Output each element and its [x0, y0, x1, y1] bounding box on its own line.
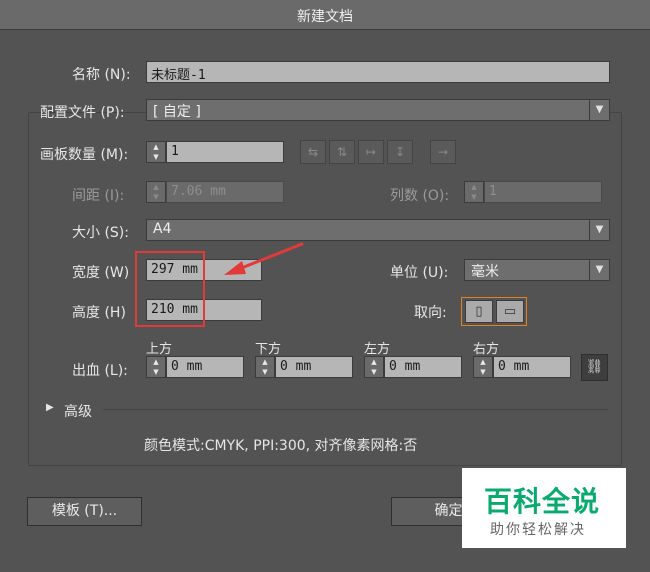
artboards-input[interactable]: 1	[166, 141, 284, 163]
spinner-up-icon[interactable]: ▲	[256, 357, 274, 367]
bleed-bottom-input[interactable]: 0 mm	[275, 356, 353, 378]
portrait-icon[interactable]: ▯	[465, 300, 493, 323]
bleed-right-input[interactable]: 0 mm	[493, 356, 571, 378]
profile-value: [ 自定 ]	[153, 104, 201, 120]
spinner-down-icon: ▼	[471, 193, 477, 201]
bleed-left-label: 左方	[364, 342, 391, 357]
window-title: 新建文档	[297, 9, 353, 25]
bleed-bottom-spinner[interactable]: ▲ ▼	[255, 356, 275, 378]
watermark-overlay: 百科全说 助你轻松解决	[462, 468, 626, 548]
grid-by-column-icon[interactable]: ⇅	[329, 140, 355, 164]
landscape-icon[interactable]: ▭	[496, 300, 524, 323]
arrange-by-row-icon[interactable]: ↦	[358, 140, 384, 164]
name-input[interactable]: 未标题-1	[146, 61, 610, 83]
bleed-left-input[interactable]: 0 mm	[384, 356, 462, 378]
units-label: 单位 (U):	[390, 265, 449, 281]
spacing-label: 间距 (I):	[72, 188, 125, 204]
spinner-down-icon[interactable]: ▼	[147, 152, 165, 162]
bleed-right-label: 右方	[473, 342, 500, 357]
spinner-down-icon: ▼	[153, 193, 159, 201]
bleed-bottom-label: 下方	[255, 342, 282, 357]
spinner-up-icon[interactable]: ▲	[365, 357, 383, 367]
spinner-up-icon: ▲	[153, 183, 159, 191]
spacing-input: 7.06 mm	[166, 181, 284, 203]
bleed-right-spinner[interactable]: ▲ ▼	[473, 356, 493, 378]
spinner-down-icon[interactable]: ▼	[474, 367, 492, 377]
units-dropdown[interactable]: 毫米 ▼	[464, 259, 610, 281]
spacing-spinner: ▲ ▼	[146, 181, 166, 203]
orientation-group: ▯ ▭	[461, 297, 527, 326]
columns-label: 列数 (O):	[390, 188, 450, 204]
templates-button[interactable]: 模板 (T)...	[27, 497, 142, 526]
spinner-up-icon[interactable]: ▲	[147, 142, 165, 152]
profile-label: 配置文件 (P):	[40, 105, 125, 121]
spinner-up-icon[interactable]: ▲	[474, 357, 492, 367]
chevron-down-icon: ▼	[589, 220, 609, 240]
watermark-subtitle: 助你轻松解决	[490, 522, 586, 538]
grid-by-row-icon[interactable]: ⇆	[300, 140, 326, 164]
document-info: 颜色模式:CMYK, PPI:300, 对齐像素网格:否	[144, 438, 418, 454]
title-bar: 新建文档	[0, 0, 650, 30]
bleed-label: 出血 (L):	[72, 363, 128, 379]
bleed-top-input[interactable]: 0 mm	[166, 356, 244, 378]
chevron-down-icon: ▼	[589, 100, 609, 120]
bleed-top-spinner[interactable]: ▲ ▼	[146, 356, 166, 378]
bleed-left-spinner[interactable]: ▲ ▼	[364, 356, 384, 378]
columns-spinner: ▲ ▼	[464, 181, 484, 203]
settings-panel	[28, 112, 622, 466]
advanced-toggle[interactable]: 高级	[64, 401, 92, 421]
artboards-spinner[interactable]: ▲ ▼	[146, 141, 166, 163]
spinner-up-icon[interactable]: ▲	[147, 357, 165, 367]
advanced-divider	[103, 409, 608, 410]
chevron-down-icon: ▼	[589, 260, 609, 280]
size-value: A4	[153, 221, 172, 237]
columns-input: 1	[484, 181, 602, 203]
link-chain-icon[interactable]: ⛓	[581, 354, 608, 381]
artboards-label: 画板数量 (M):	[40, 147, 129, 163]
height-label: 高度 (H)	[72, 305, 126, 321]
orientation-label: 取向:	[414, 305, 447, 321]
expand-triangle-icon[interactable]: ▶	[46, 402, 54, 413]
right-to-left-icon[interactable]: →	[430, 140, 456, 164]
arrange-by-column-icon[interactable]: ↧	[387, 140, 413, 164]
width-label: 宽度 (W)	[72, 265, 130, 281]
spinner-up-icon: ▲	[471, 183, 477, 191]
bleed-top-label: 上方	[146, 342, 173, 357]
units-value: 毫米	[471, 264, 499, 280]
size-dropdown[interactable]: A4 ▼	[146, 219, 610, 241]
size-label: 大小 (S):	[72, 225, 129, 241]
name-label: 名称 (N):	[72, 67, 131, 83]
annotation-arrow-icon	[224, 242, 304, 275]
spinner-down-icon[interactable]: ▼	[147, 367, 165, 377]
spinner-down-icon[interactable]: ▼	[256, 367, 274, 377]
profile-dropdown[interactable]: [ 自定 ] ▼	[146, 99, 610, 121]
spinner-down-icon[interactable]: ▼	[365, 367, 383, 377]
watermark-title: 百科全说	[484, 485, 601, 518]
highlight-box	[135, 251, 205, 327]
